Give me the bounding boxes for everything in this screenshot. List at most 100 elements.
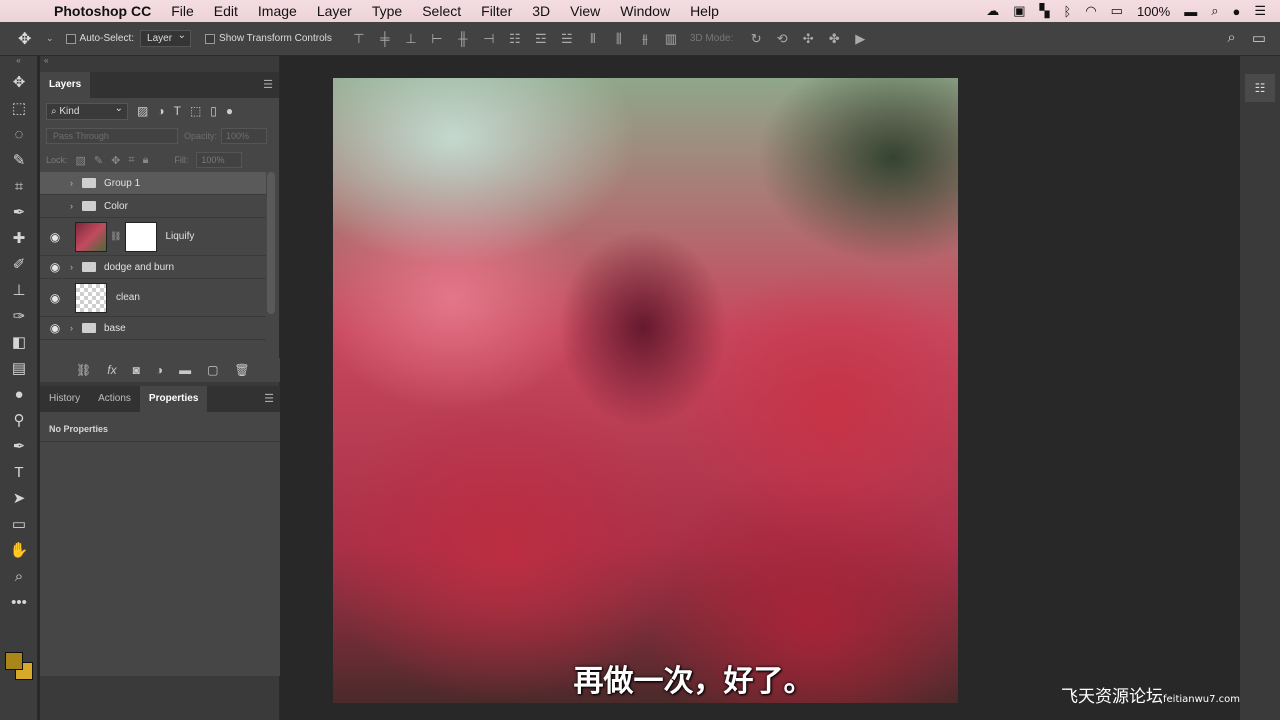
layer-row-base[interactable]: ◉ › base xyxy=(40,317,266,340)
move-tool-icon[interactable]: ✥ xyxy=(0,70,38,96)
battery-percent[interactable]: 100% xyxy=(1137,4,1170,19)
wifi-icon[interactable]: ◠ xyxy=(1085,3,1096,19)
align-bottom-icon[interactable]: ⊥ xyxy=(398,31,424,47)
marquee-tool-icon[interactable]: ⬚ xyxy=(0,96,38,122)
foreground-color-swatch[interactable] xyxy=(5,652,23,670)
menu-image[interactable]: Image xyxy=(258,3,297,19)
layers-scrollbar[interactable] xyxy=(267,172,275,314)
menu-file[interactable]: File xyxy=(171,3,194,19)
notification-center-icon[interactable]: ☰ xyxy=(1254,3,1266,19)
menu-filter[interactable]: Filter xyxy=(481,3,512,19)
fill-input[interactable]: 100% xyxy=(196,152,243,168)
layer-name[interactable]: base xyxy=(104,323,126,334)
layers-panel-menu-icon[interactable]: ☰ xyxy=(263,78,273,91)
auto-select-checkbox[interactable] xyxy=(65,33,76,44)
align-hcenter-icon[interactable]: ╫ xyxy=(450,31,476,46)
blur-tool-icon[interactable]: ● xyxy=(0,382,38,408)
display-icon[interactable]: ▣ xyxy=(1013,3,1025,19)
rectangle-tool-icon[interactable]: ▭ xyxy=(0,512,38,538)
bluetooth-icon[interactable]: ᛒ xyxy=(1064,4,1072,19)
eyedropper-tool-icon[interactable]: ✒ xyxy=(0,200,38,226)
distribute-right-icon[interactable]: ⫵ xyxy=(632,31,658,47)
filter-shape-icon[interactable]: ⬚ xyxy=(190,104,201,118)
eraser-tool-icon[interactable]: ◧ xyxy=(0,330,38,356)
tab-properties[interactable]: Properties xyxy=(139,386,208,412)
align-vcenter-icon[interactable]: ╪ xyxy=(372,31,398,46)
menu-3d[interactable]: 3D xyxy=(532,3,550,19)
windows-icon[interactable]: ▚ xyxy=(1040,3,1050,19)
layer-name[interactable]: Liquify xyxy=(165,231,194,242)
siri-icon[interactable]: ● xyxy=(1232,4,1240,19)
tab-history[interactable]: History xyxy=(40,386,89,412)
eye-icon[interactable]: ◉ xyxy=(40,321,70,335)
tool-preset-chevron-icon[interactable]: ⌄ xyxy=(46,33,54,44)
eye-icon[interactable]: ◉ xyxy=(40,230,70,244)
menu-view[interactable]: View xyxy=(570,3,600,19)
eye-icon[interactable]: ◉ xyxy=(40,291,70,305)
layer-row-liquify[interactable]: ◉ ⛓ Liquify xyxy=(40,218,266,256)
lasso-tool-icon[interactable]: ◌ xyxy=(0,122,38,148)
menu-window[interactable]: Window xyxy=(620,3,670,19)
distribute-vcenter-icon[interactable]: ☲ xyxy=(528,31,554,47)
3d-roll-icon[interactable]: ⟲ xyxy=(769,31,795,47)
quick-select-tool-icon[interactable]: ✎ xyxy=(0,148,38,174)
tab-actions[interactable]: Actions xyxy=(89,386,140,412)
hand-tool-icon[interactable]: ✋ xyxy=(0,538,38,564)
move-tool-icon[interactable]: ✥ xyxy=(18,29,46,49)
creative-cloud-icon[interactable]: ☁ xyxy=(986,3,999,19)
blend-mode-dropdown[interactable]: Pass Through xyxy=(46,128,178,144)
distribute-left-icon[interactable]: ⫴ xyxy=(580,31,606,47)
properties-panel-menu-icon[interactable]: ☰ xyxy=(264,392,274,405)
document-canvas[interactable]: 再做一次，好了。 飞天资源论坛feitianwu7.com xyxy=(281,56,1240,720)
battery-icon[interactable]: ▬ xyxy=(1184,4,1197,19)
layer-row-color[interactable]: › Color xyxy=(40,195,266,218)
layer-name[interactable]: Color xyxy=(104,201,128,212)
menu-select[interactable]: Select xyxy=(422,3,461,19)
libraries-icon[interactable]: ☷ xyxy=(1245,74,1275,102)
align-right-icon[interactable]: ⊣ xyxy=(476,31,502,47)
delete-layer-icon[interactable]: 🗑︎ xyxy=(234,363,249,377)
menu-edit[interactable]: Edit xyxy=(214,3,238,19)
add-mask-icon[interactable]: ◙ xyxy=(133,363,140,377)
new-layer-icon[interactable]: ▢ xyxy=(207,363,218,377)
filter-adjustment-icon[interactable]: ◑ xyxy=(157,104,164,118)
tab-layers[interactable]: Layers xyxy=(40,72,91,98)
layer-name[interactable]: Group 1 xyxy=(104,178,140,189)
eye-icon[interactable]: ◉ xyxy=(40,260,70,274)
3d-scale-icon[interactable]: ▶ xyxy=(847,31,873,47)
layer-row-group-1[interactable]: › Group 1 xyxy=(40,172,266,195)
opacity-input[interactable]: 100% xyxy=(221,128,268,144)
fx-icon[interactable]: fx xyxy=(107,363,116,377)
zoom-tool-icon[interactable]: ⌕ xyxy=(0,564,38,590)
path-select-tool-icon[interactable]: ➤ xyxy=(0,486,38,512)
show-transform-checkbox[interactable] xyxy=(205,33,216,44)
filter-toggle-icon[interactable]: ● xyxy=(226,104,233,118)
lock-position-icon[interactable]: ✥ xyxy=(111,154,120,167)
layer-row-clean[interactable]: ◉ clean xyxy=(40,279,266,317)
distribute-hcenter-icon[interactable]: ⫼ xyxy=(606,31,632,47)
dodge-tool-icon[interactable]: ⚲ xyxy=(0,408,38,434)
new-adjustment-icon[interactable]: ◑ xyxy=(156,363,163,377)
layer-filter-kind-dropdown[interactable]: ⌕ Kind xyxy=(46,102,128,120)
distribute-top-icon[interactable]: ☷ xyxy=(502,31,528,47)
workspace-icon[interactable]: ▭ xyxy=(1252,29,1266,47)
distribute-bottom-icon[interactable]: ☱ xyxy=(554,31,580,47)
lock-all-icon[interactable]: 🔒︎ xyxy=(143,154,149,167)
clone-stamp-tool-icon[interactable]: ⊥ xyxy=(0,278,38,304)
more-tools-icon[interactable]: ••• xyxy=(0,590,38,616)
color-swatches[interactable] xyxy=(5,652,35,682)
search-icon[interactable]: ⌕ xyxy=(1227,29,1235,47)
expand-chevron-icon[interactable]: › xyxy=(70,262,80,272)
auto-align-icon[interactable]: ▥ xyxy=(658,31,684,47)
history-brush-tool-icon[interactable]: ✑ xyxy=(0,304,38,330)
collapse-panels-icon[interactable]: « xyxy=(40,56,279,72)
airplay-icon[interactable]: ▭ xyxy=(1111,3,1123,19)
filter-smart-object-icon[interactable]: ▯ xyxy=(210,104,217,118)
align-top-icon[interactable]: ⊤ xyxy=(346,31,372,47)
app-menu[interactable]: Photoshop CC xyxy=(54,3,151,19)
3d-slide-icon[interactable]: ✤ xyxy=(821,31,847,47)
menu-type[interactable]: Type xyxy=(372,3,402,19)
gradient-tool-icon[interactable]: ▤ xyxy=(0,356,38,382)
lock-image-icon[interactable]: ✎ xyxy=(94,154,103,167)
expand-chevron-icon[interactable]: › xyxy=(70,323,80,333)
